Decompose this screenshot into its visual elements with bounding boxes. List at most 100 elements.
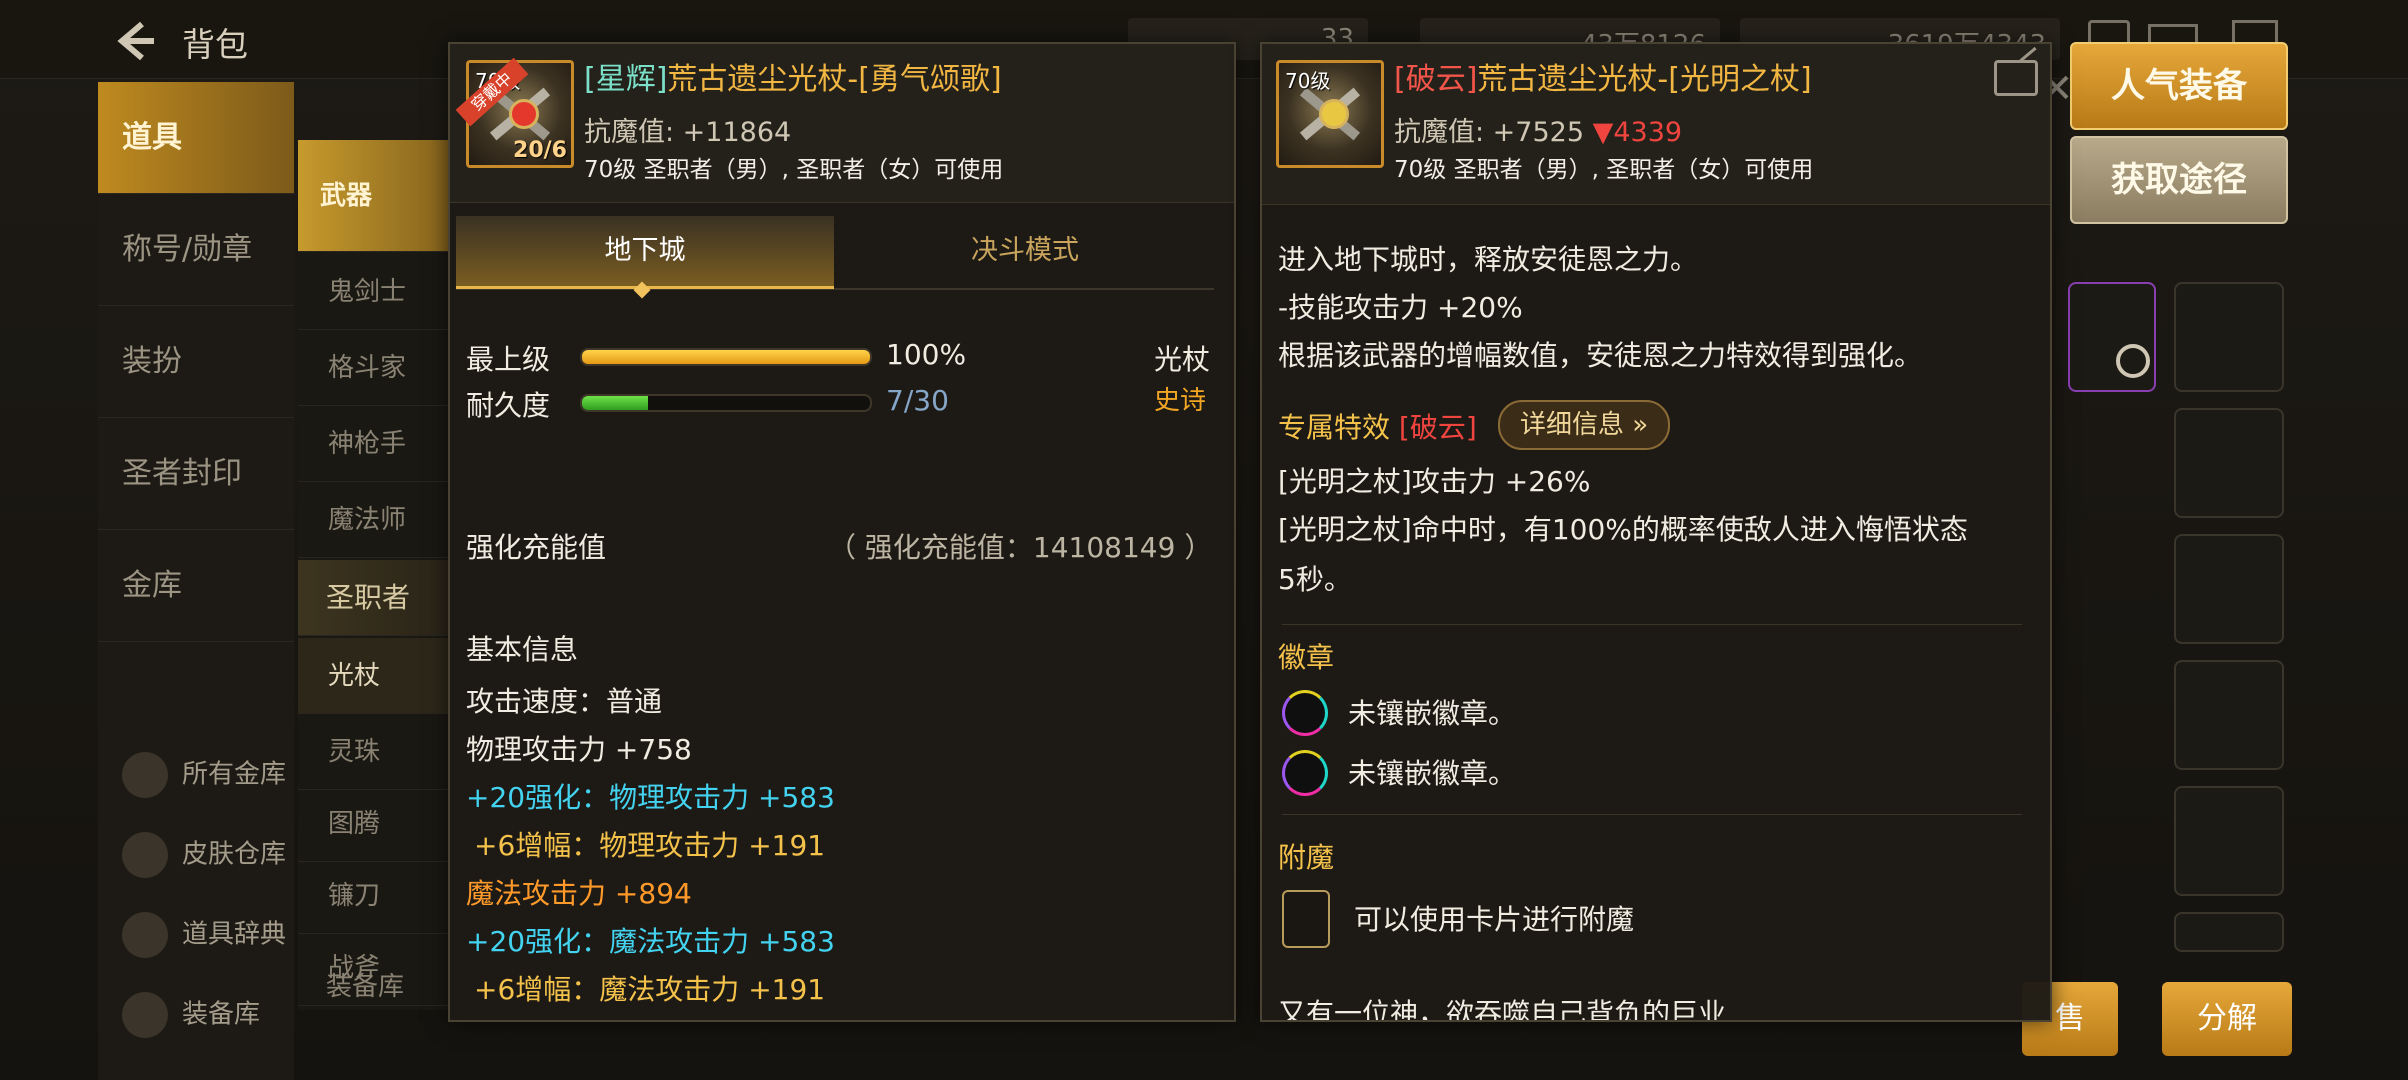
- physical-enhance-level: +20: [466, 781, 526, 814]
- detail-info-button[interactable]: 详细信息 »: [1498, 400, 1671, 450]
- physical-enhance-label: 强化：: [525, 781, 610, 814]
- nav-item-avatar[interactable]: 装扮: [98, 306, 294, 418]
- inventory-slot[interactable]: [2174, 912, 2284, 952]
- subnav-slayer[interactable]: 鬼剑士: [298, 254, 448, 330]
- divider: [1282, 624, 2022, 625]
- subnav-rosary[interactable]: 灵珠: [298, 714, 448, 790]
- link-item-dictionary-label: 道具辞典: [182, 919, 287, 950]
- grade-bar-fill: [582, 350, 870, 364]
- physical-amplify-label: 增幅：: [515, 829, 600, 862]
- link-skin-storage[interactable]: 皮肤仓库: [122, 832, 286, 878]
- weapon-icon: 70级 穿戴中 20/6: [455, 57, 574, 168]
- double-chevron-icon: »: [1632, 410, 1649, 440]
- magic-resist-line: 抗魔值: +7525 ▼4339: [1394, 110, 1682, 149]
- inventory-slot[interactable]: [2174, 660, 2284, 770]
- item-title-name: 荒古遗尘光杖-[勇气颂歌]: [667, 62, 1002, 97]
- link-all-vaults-label: 所有金库: [182, 759, 287, 790]
- tab-dungeon[interactable]: 地下城: [456, 216, 834, 289]
- back-arrow-icon[interactable]: [112, 18, 158, 64]
- left-nav: 道具 称号/勋章 装扮 圣者封印 金库 所有金库 皮肤仓库 道具辞典 装备库: [98, 80, 294, 1080]
- physical-enhance-line: +20强化：物理攻击力 +583: [466, 776, 835, 816]
- share-icon[interactable]: [1994, 60, 2038, 96]
- grade-value: 100%: [886, 338, 967, 371]
- subnav-mage[interactable]: 魔法师: [298, 482, 448, 558]
- nav-item-vault[interactable]: 金库: [98, 530, 294, 642]
- nav-item-titles[interactable]: 称号/勋章: [98, 194, 294, 306]
- badge-heading: 徽章: [1278, 641, 1335, 674]
- dismantle-button[interactable]: 分解: [2162, 982, 2292, 1056]
- detail-info-label: 详细信息: [1520, 410, 1625, 440]
- exclusive-line-3: 5秒。: [1278, 563, 1352, 596]
- charge-value: （ 强化充能值：14108149 ）: [828, 531, 1213, 564]
- exclusive-effect-tag: [破云]: [1398, 411, 1477, 444]
- item-level-tag: 70级: [1285, 69, 1331, 93]
- subnav-gunner[interactable]: 神枪手: [298, 406, 448, 482]
- durability-value: 7/30: [886, 384, 949, 417]
- enchant-heading: 附魔: [1278, 841, 1335, 874]
- link-equipment-storage[interactable]: 装备库: [122, 992, 260, 1038]
- enchant-card-slot[interactable]: [1282, 890, 1330, 948]
- flavor-text: 又有一位神，欲吞噬自己背负的巨业: [1278, 997, 1727, 1022]
- magic-attack-label: 魔法攻击力: [466, 877, 607, 910]
- enchant-text: 可以使用卡片进行附魔: [1354, 903, 1635, 936]
- magic-attack: 魔法攻击力 +894: [466, 872, 692, 912]
- divider: [1282, 814, 2022, 815]
- weapon-icon: 70级: [1276, 60, 1384, 168]
- durability-label: 耐久度: [466, 389, 551, 422]
- inventory-slot[interactable]: [2174, 282, 2284, 392]
- sub-nav: 武器 鬼剑士 格斗家 神枪手 魔法师 圣职者 光杖 灵珠 图腾 镰刀 战斧: [298, 140, 448, 1010]
- mode-tabs: 地下城 决斗模式: [456, 216, 1214, 299]
- inventory-slot[interactable]: [2174, 534, 2284, 644]
- dictionary-icon: [122, 912, 168, 958]
- badge-slot-icon[interactable]: [1282, 750, 1328, 796]
- popular-equipment-button[interactable]: 人气装备: [2070, 42, 2288, 130]
- physical-amplify-stat: 物理攻击力: [599, 829, 740, 862]
- weapon-icon-gem: [509, 99, 539, 129]
- exclusive-effect-heading: 专属特效 [破云]: [1278, 406, 1477, 446]
- subnav-priest[interactable]: 圣职者: [298, 560, 448, 636]
- durability-bar: [580, 394, 872, 412]
- badge-slot-2-text: 未镶嵌徽章。: [1348, 757, 1517, 790]
- effect-line-3: 根据该武器的增幅数值，安徒恩之力特效得到强化。: [1278, 339, 1923, 372]
- item-title-name: 荒古遗尘光杖-[光明之杖]: [1477, 62, 1812, 97]
- grade-bar: [580, 348, 872, 366]
- effect-line-1: 进入地下城时，释放安徒恩之力。: [1278, 243, 1699, 276]
- magic-attack-value: +894: [614, 877, 692, 910]
- subnav-scythe[interactable]: 镰刀: [298, 858, 448, 934]
- inventory-slot[interactable]: [2174, 786, 2284, 896]
- subnav-totem[interactable]: 图腾: [298, 786, 448, 862]
- upgrade-count: 20/6: [513, 138, 567, 163]
- nav-item-items[interactable]: 道具: [98, 82, 294, 194]
- physical-attack: 物理攻击力 +758: [466, 728, 692, 768]
- armor-icon: [122, 992, 168, 1038]
- magic-resist-diff: ▼4339: [1592, 117, 1683, 148]
- magic-amplify-stat: 魔法攻击力: [599, 973, 740, 1006]
- obtain-source-button[interactable]: 获取途径: [2070, 136, 2288, 224]
- magic-resist: 抗魔值: +11864: [584, 117, 792, 148]
- subnav-weapon[interactable]: 武器: [298, 140, 448, 252]
- charge-label: 强化充能值: [466, 531, 607, 564]
- subnav-cross[interactable]: 光杖: [298, 638, 448, 714]
- magic-amplify-value: +191: [748, 973, 826, 1006]
- inventory-slot[interactable]: [2174, 408, 2284, 518]
- usable-classes: 70级 圣职者（男）, 圣职者（女）可使用: [584, 157, 1004, 183]
- subnav-equipment-storage[interactable]: 装备库: [326, 966, 404, 1003]
- page-title: 背包: [182, 25, 248, 64]
- tab-duel[interactable]: 决斗模式: [836, 216, 1214, 286]
- inventory-slot-locked[interactable]: [2068, 282, 2156, 392]
- rarity: 史诗: [1154, 386, 1207, 416]
- nav-item-seal[interactable]: 圣者封印: [98, 418, 294, 530]
- exclusive-line-2: [光明之杖]命中时，有100%的概率使敌人进入悔悟状态: [1278, 513, 1968, 546]
- subnav-equipment-storage-label: 装备库: [326, 972, 405, 1002]
- magic-enhance-stat: 魔法攻击力: [609, 925, 750, 958]
- equipped-item-tooltip: 70级 穿戴中 20/6 [星辉]荒古遗尘光杖-[勇气颂歌] 抗魔值: +118…: [448, 42, 1236, 1022]
- physical-amplify-value: +191: [748, 829, 826, 862]
- link-all-vaults[interactable]: 所有金库: [122, 752, 286, 798]
- magic-amplify-line: +6增幅：魔法攻击力 +191: [474, 968, 825, 1008]
- link-item-dictionary[interactable]: 道具辞典: [122, 912, 286, 958]
- badge-slot-icon[interactable]: [1282, 690, 1328, 736]
- exclusive-effect-label: 专属特效: [1278, 411, 1391, 444]
- physical-attack-label: 物理攻击力: [466, 733, 607, 766]
- subnav-fighter[interactable]: 格斗家: [298, 330, 448, 406]
- item-title: [破云]荒古遗尘光杖-[光明之杖]: [1394, 54, 1812, 98]
